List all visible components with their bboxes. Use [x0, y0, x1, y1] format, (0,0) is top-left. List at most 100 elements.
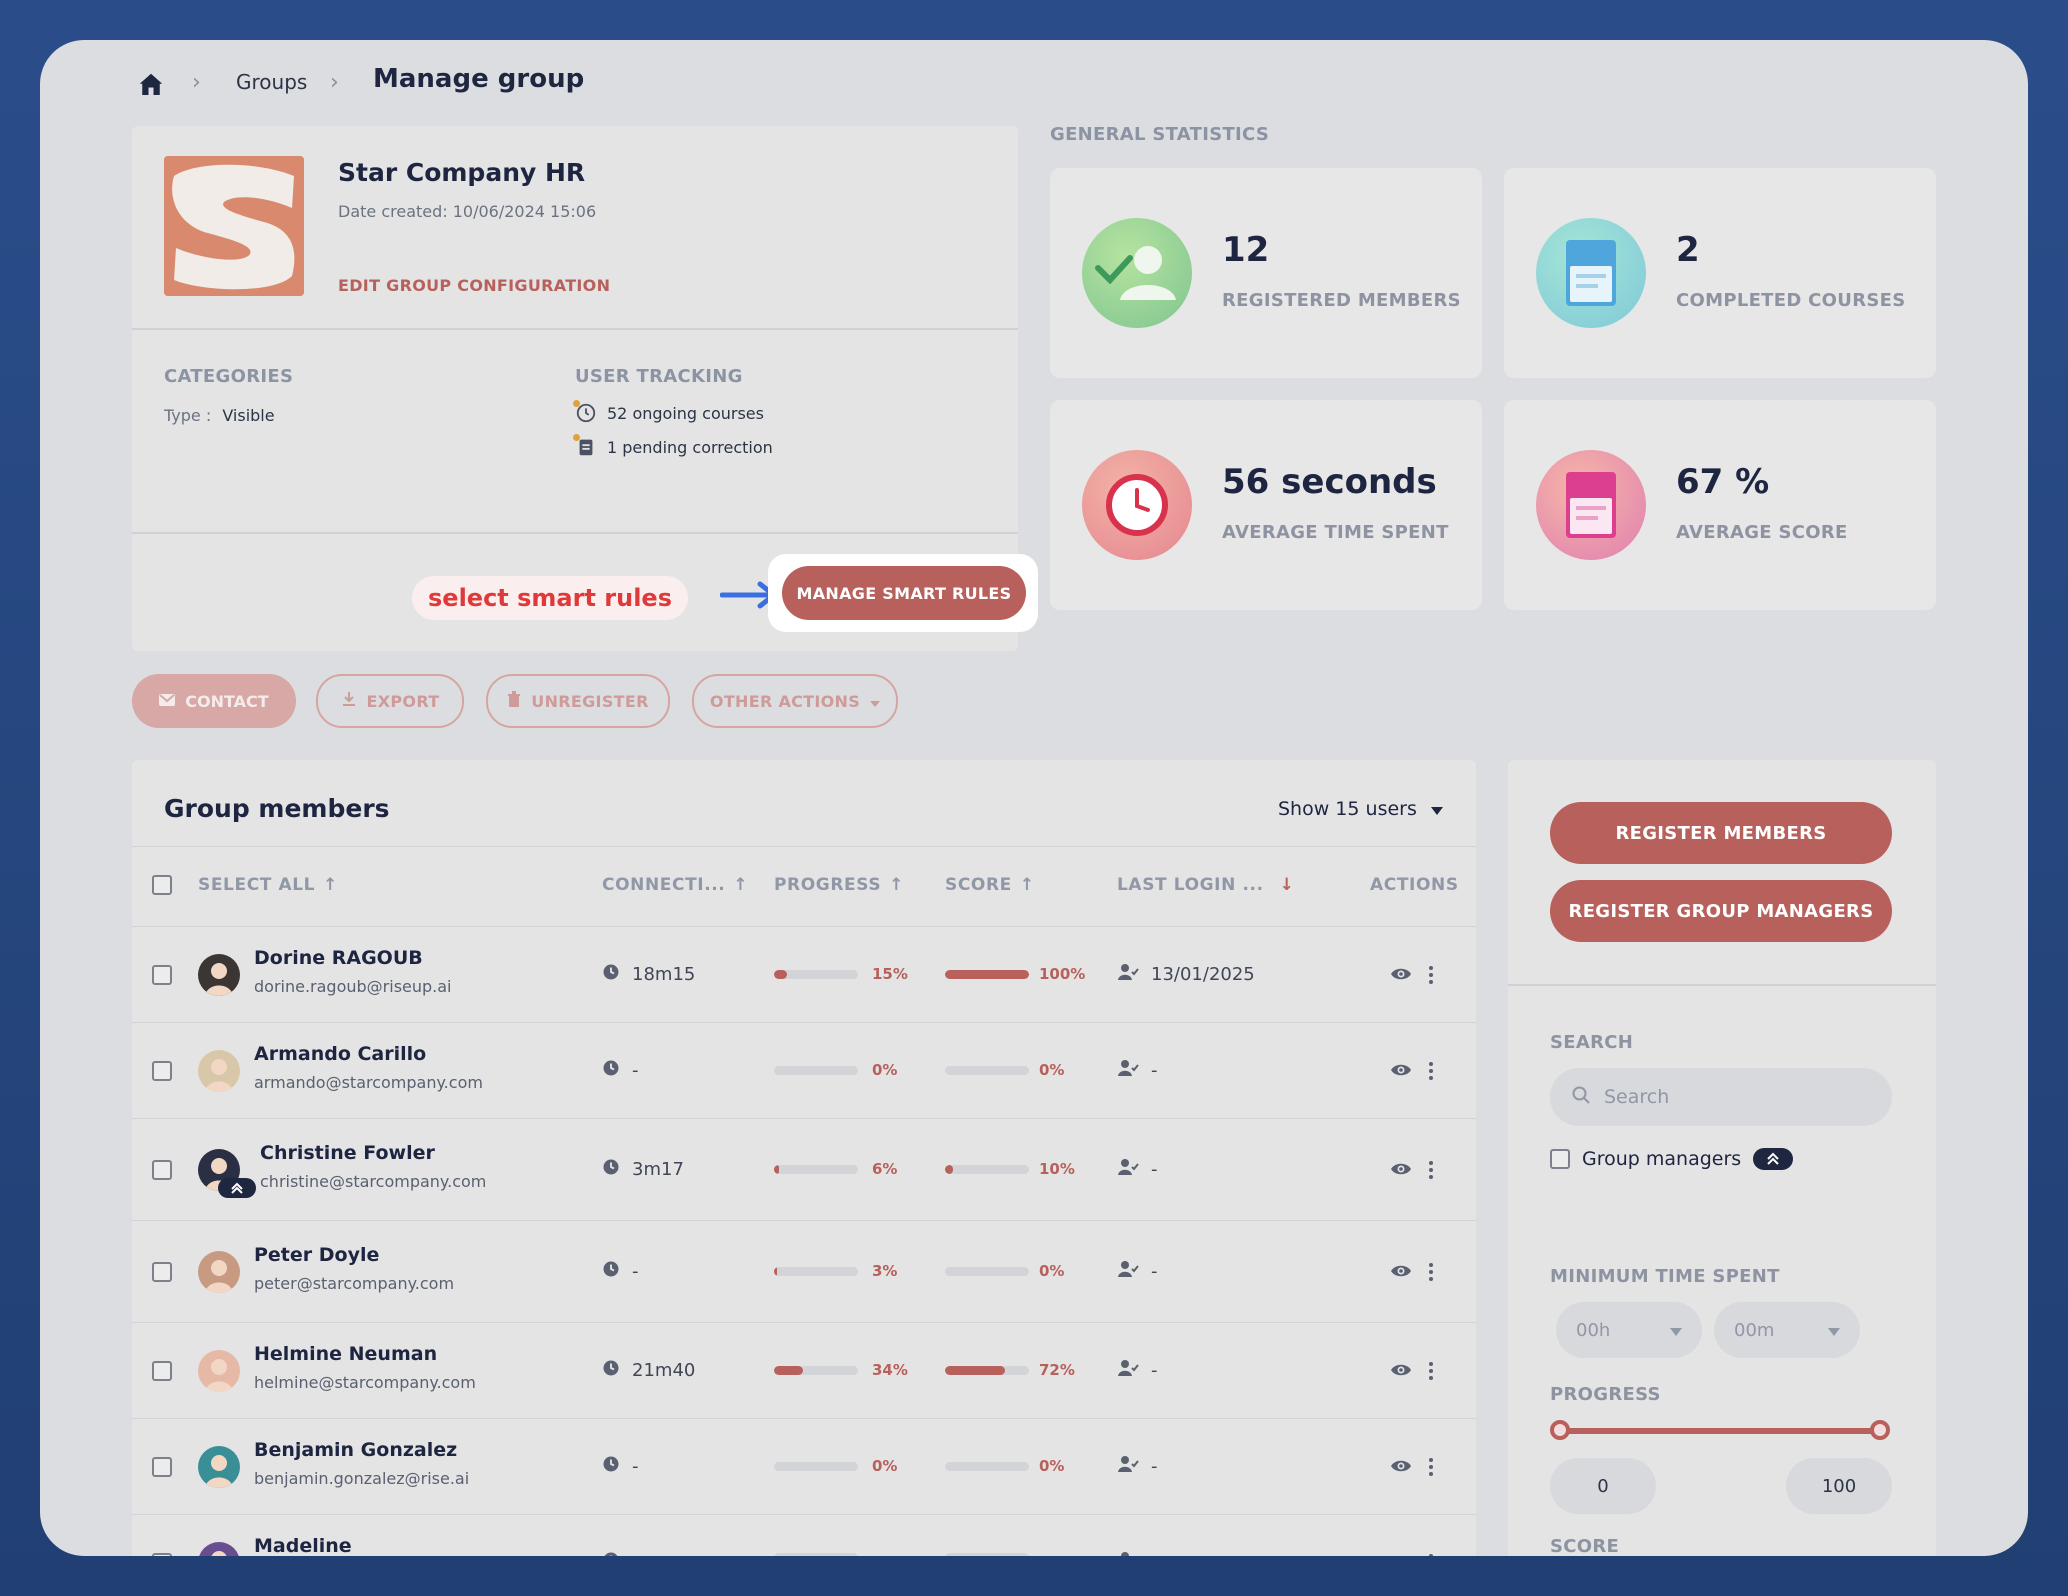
connection-time-value: -: [632, 1260, 639, 1282]
table-row[interactable]: Armando Carillo armando@starcompany.com …: [132, 1022, 1476, 1118]
progress-value: 15%: [872, 965, 908, 983]
last-login-cell: -: [1117, 1455, 1158, 1477]
score-header[interactable]: SCORE ↑: [945, 875, 1035, 895]
breadcrumb-groups-link[interactable]: Groups: [236, 70, 307, 94]
clock-icon: [602, 1359, 620, 1381]
view-eye-icon[interactable]: [1390, 1361, 1412, 1383]
avatar: [198, 1050, 240, 1092]
more-options-icon[interactable]: [1428, 1457, 1434, 1481]
progress-slider-min-handle[interactable]: [1550, 1420, 1570, 1440]
row-checkbox[interactable]: [152, 1457, 172, 1477]
row-checkbox[interactable]: [152, 1361, 172, 1381]
hours-select[interactable]: 00h: [1556, 1302, 1702, 1358]
clock-icon: [602, 1455, 620, 1477]
progress-bar-fill: [774, 1164, 780, 1174]
row-checkbox[interactable]: [152, 1262, 172, 1282]
arrow-up-icon: ↑: [733, 875, 749, 895]
progress-cell: 34%: [774, 1361, 908, 1379]
member-name[interactable]: Helmine Neuman: [254, 1343, 437, 1365]
member-name[interactable]: Dorine RAGOUB: [254, 947, 423, 969]
progress-max-input[interactable]: 100: [1786, 1458, 1892, 1514]
table-row[interactable]: Benjamin Gonzalez benjamin.gonzalez@rise…: [132, 1418, 1476, 1514]
table-row[interactable]: Madeline: [132, 1514, 1476, 1556]
minutes-select[interactable]: 00m: [1714, 1302, 1860, 1358]
mail-icon: [159, 692, 176, 711]
progress-min-input[interactable]: 0: [1550, 1458, 1656, 1514]
group-managers-checkbox[interactable]: [1550, 1149, 1570, 1169]
actions-label: ACTIONS: [1370, 875, 1459, 895]
type-value: Visible: [222, 406, 275, 425]
unregister-button[interactable]: UNREGISTER: [486, 674, 670, 728]
row-checkbox[interactable]: [152, 1160, 172, 1180]
register-group-managers-button[interactable]: REGISTER GROUP MANAGERS: [1550, 880, 1892, 942]
select-all-checkbox[interactable]: [152, 875, 172, 895]
view-eye-icon[interactable]: [1390, 1553, 1412, 1556]
group-managers-filter[interactable]: Group managers: [1550, 1148, 1794, 1170]
more-options-icon[interactable]: [1428, 1061, 1434, 1085]
member-name[interactable]: Armando Carillo: [254, 1043, 426, 1065]
manage-smart-rules-button[interactable]: MANAGE SMART RULES: [782, 566, 1026, 620]
home-icon[interactable]: [136, 70, 166, 100]
table-row[interactable]: Peter Doyle peter@starcompany.com - 3% 0…: [132, 1220, 1476, 1322]
group-info-card: Star Company HR Date created: 10/06/2024…: [132, 126, 1038, 651]
last-login-value: -: [1151, 1059, 1158, 1081]
member-name[interactable]: Christine Fowler: [260, 1142, 435, 1164]
group-managers-label: Group managers: [1582, 1148, 1742, 1170]
avatar: [198, 1251, 240, 1293]
user-check-icon: [1117, 1551, 1139, 1556]
show-users-dropdown[interactable]: Show 15 users: [1278, 798, 1443, 820]
score-icon: [1536, 450, 1646, 560]
general-statistics-title: GENERAL STATISTICS: [1050, 124, 1270, 145]
view-eye-icon[interactable]: [1390, 965, 1412, 987]
progress-slider-max-handle[interactable]: [1870, 1420, 1890, 1440]
score-bar: [945, 1065, 1029, 1075]
score-cell: 72%: [945, 1361, 1075, 1379]
stat-card-courses: 2 COMPLETED COURSES: [1504, 168, 1936, 378]
clock-stat-icon: [1082, 450, 1192, 560]
other-actions-dropdown[interactable]: OTHER ACTIONS: [692, 674, 898, 728]
stat-card-score: 67 % AVERAGE SCORE: [1504, 400, 1936, 610]
row-checkbox[interactable]: [152, 1553, 172, 1556]
more-options-icon[interactable]: [1428, 1262, 1434, 1286]
last-login-header[interactable]: LAST LOGIN ... ↓: [1117, 875, 1294, 895]
table-row[interactable]: Christine Fowler christine@starcompany.c…: [132, 1118, 1476, 1220]
more-options-icon[interactable]: [1428, 1361, 1434, 1385]
unregister-button-label: UNREGISTER: [531, 691, 649, 711]
member-name[interactable]: Peter Doyle: [254, 1244, 379, 1266]
member-name[interactable]: Benjamin Gonzalez: [254, 1439, 457, 1461]
register-members-button[interactable]: REGISTER MEMBERS: [1550, 802, 1892, 864]
manager-badge-icon: [218, 1178, 256, 1198]
category-type: Type : Visible: [164, 406, 275, 425]
view-eye-icon[interactable]: [1390, 1262, 1412, 1284]
last-login-value: -: [1151, 1260, 1158, 1282]
export-button[interactable]: EXPORT: [316, 674, 464, 728]
more-options-icon[interactable]: [1428, 1553, 1434, 1556]
search-input[interactable]: Search: [1550, 1068, 1892, 1126]
divider: [132, 328, 1018, 330]
connection-time: 3m17: [602, 1158, 684, 1180]
select-all-header[interactable]: SELECT ALL ↑: [198, 875, 338, 895]
type-label: Type :: [164, 406, 212, 425]
progress-header[interactable]: PROGRESS ↑: [774, 875, 904, 895]
table-row[interactable]: Helmine Neuman helmine@starcompany.com 2…: [132, 1322, 1476, 1418]
courses-icon: [1536, 218, 1646, 328]
member-name[interactable]: Madeline: [254, 1535, 352, 1556]
more-options-icon[interactable]: [1428, 965, 1434, 989]
courses-value: 2: [1676, 230, 1700, 270]
edit-group-configuration-link[interactable]: EDIT GROUP CONFIGURATION: [338, 276, 610, 295]
stat-card-members: 12 REGISTERED MEMBERS: [1050, 168, 1482, 378]
connection-time-value: -: [632, 1455, 639, 1477]
table-row[interactable]: Dorine RAGOUB dorine.ragoub@riseup.ai 18…: [132, 926, 1476, 1022]
view-eye-icon[interactable]: [1390, 1457, 1412, 1479]
progress-slider-track[interactable]: [1560, 1428, 1880, 1434]
row-checkbox[interactable]: [152, 1061, 172, 1081]
view-eye-icon[interactable]: [1390, 1160, 1412, 1182]
contact-button[interactable]: CONTACT: [132, 674, 296, 728]
progress-bar: [774, 1553, 858, 1556]
row-checkbox[interactable]: [152, 965, 172, 985]
caret-down-icon: [1430, 798, 1443, 820]
view-eye-icon[interactable]: [1390, 1061, 1412, 1083]
more-options-icon[interactable]: [1428, 1160, 1434, 1184]
connection-header[interactable]: CONNECTI... ↑: [602, 875, 748, 895]
score-bar-fill: [945, 1164, 954, 1174]
